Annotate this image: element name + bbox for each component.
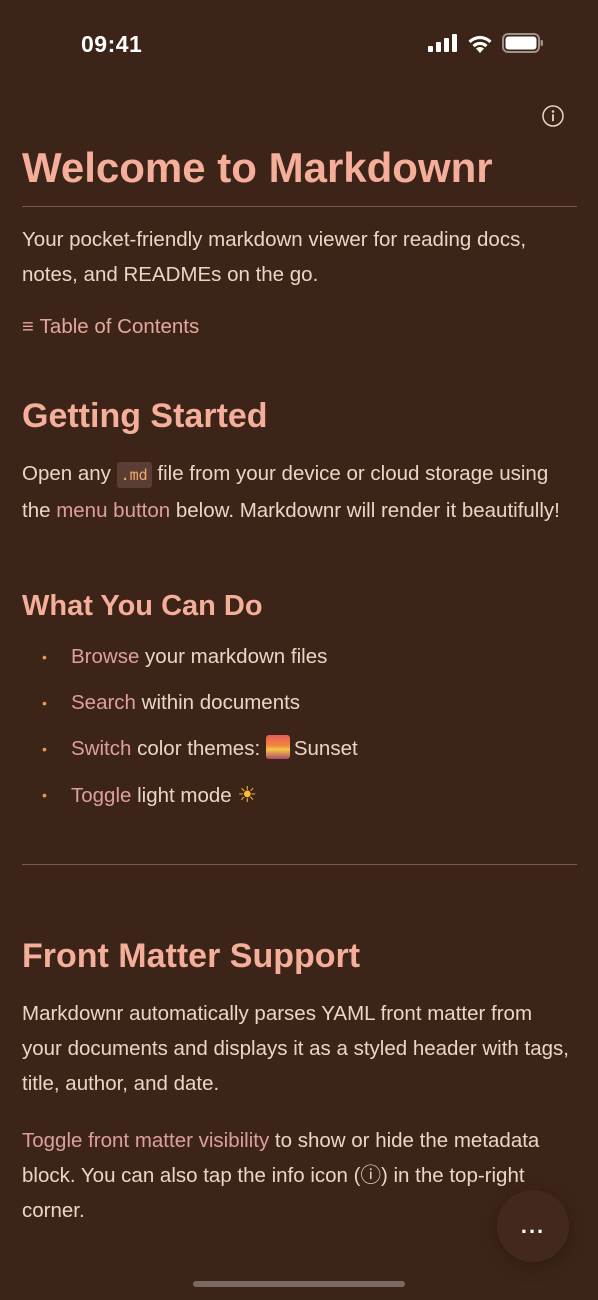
list-item-text: within documents (135, 691, 301, 714)
list-item: • Search within documents (22, 688, 577, 734)
section-divider (22, 864, 577, 865)
toggle-light-mode-link[interactable]: Toggle (71, 784, 131, 807)
cellular-signal-icon (428, 34, 457, 52)
wifi-icon (468, 35, 492, 53)
title-divider (22, 206, 577, 207)
inline-code: .md (116, 462, 152, 488)
heading-getting-started: Getting Started (22, 397, 268, 435)
bullet-icon: • (42, 649, 47, 665)
switch-theme-link[interactable]: Switch (71, 737, 131, 760)
menu-lines-icon: ≡ (22, 316, 34, 338)
front-matter-toggle-paragraph: Toggle front matter visibility to show o… (22, 1123, 577, 1228)
theme-name: Sunset (293, 737, 358, 760)
bullet-icon: • (42, 787, 47, 803)
status-time: 09:41 (81, 31, 143, 57)
home-indicator[interactable] (193, 1281, 405, 1287)
markdown-document: Welcome to Markdownr Your pocket-friendl… (22, 140, 577, 1228)
list-item-text: light mode (131, 784, 238, 807)
document-title: Welcome to Markdownr (22, 144, 493, 191)
list-item: • Toggle light mode ☀ (22, 780, 577, 826)
heading-what-you-can-do: What You Can Do (22, 590, 263, 622)
ellipsis-icon: ... (520, 1213, 546, 1238)
status-icons (428, 33, 544, 53)
more-menu-button[interactable]: ... (497, 1190, 569, 1262)
info-button[interactable] (542, 105, 564, 127)
info-icon (542, 105, 564, 127)
bullet-icon: • (42, 695, 47, 711)
battery-icon (502, 33, 543, 53)
text: below. Markdownr will render it beautifu… (170, 499, 560, 522)
menu-button-link[interactable]: menu button (56, 499, 170, 522)
text: Open any (22, 462, 117, 485)
list-item-text: your markdown files (139, 645, 328, 668)
heading-front-matter-support: Front Matter Support (22, 937, 361, 975)
search-link[interactable]: Search (71, 691, 136, 714)
browse-link[interactable]: Browse (71, 645, 139, 668)
list-item-text: color themes: (131, 737, 266, 760)
toggle-front-matter-link[interactable]: Toggle front matter visibility (22, 1129, 269, 1152)
status-bar: 09:41 (0, 0, 598, 90)
toc-label: Table of Contents (39, 315, 200, 338)
sun-icon: ☀ (237, 782, 258, 807)
sunset-icon (265, 735, 290, 759)
list-item: • Switch color themes: Sunset (22, 734, 577, 780)
front-matter-paragraph: Markdownr automatically parses YAML fron… (22, 1002, 569, 1095)
intro-paragraph: Your pocket-friendly markdown viewer for… (22, 228, 527, 286)
getting-started-paragraph: Open any .md file from your device or cl… (22, 456, 577, 528)
list-item: • Browse your markdown files (22, 642, 577, 688)
bullet-icon: • (42, 741, 47, 757)
feature-list: • Browse your markdown files • Search wi… (22, 642, 577, 826)
table-of-contents-link[interactable]: ≡ Table of Contents (22, 312, 577, 342)
